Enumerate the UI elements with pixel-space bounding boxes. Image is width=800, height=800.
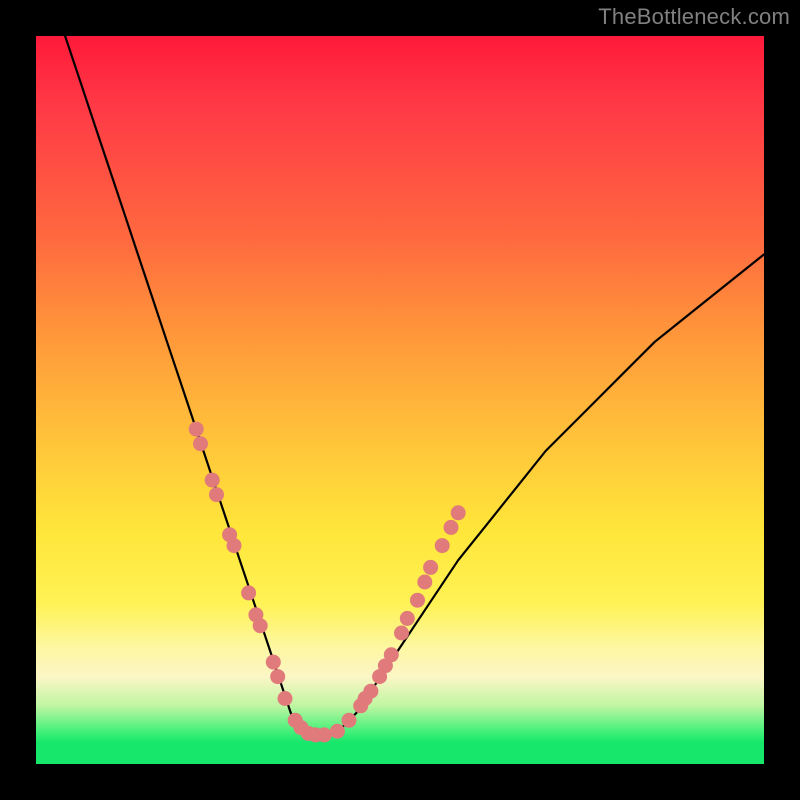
watermark-label: TheBottleneck.com <box>598 4 790 30</box>
gradient-background <box>36 36 764 764</box>
chart-frame: TheBottleneck.com <box>0 0 800 800</box>
plot-area <box>36 36 764 764</box>
